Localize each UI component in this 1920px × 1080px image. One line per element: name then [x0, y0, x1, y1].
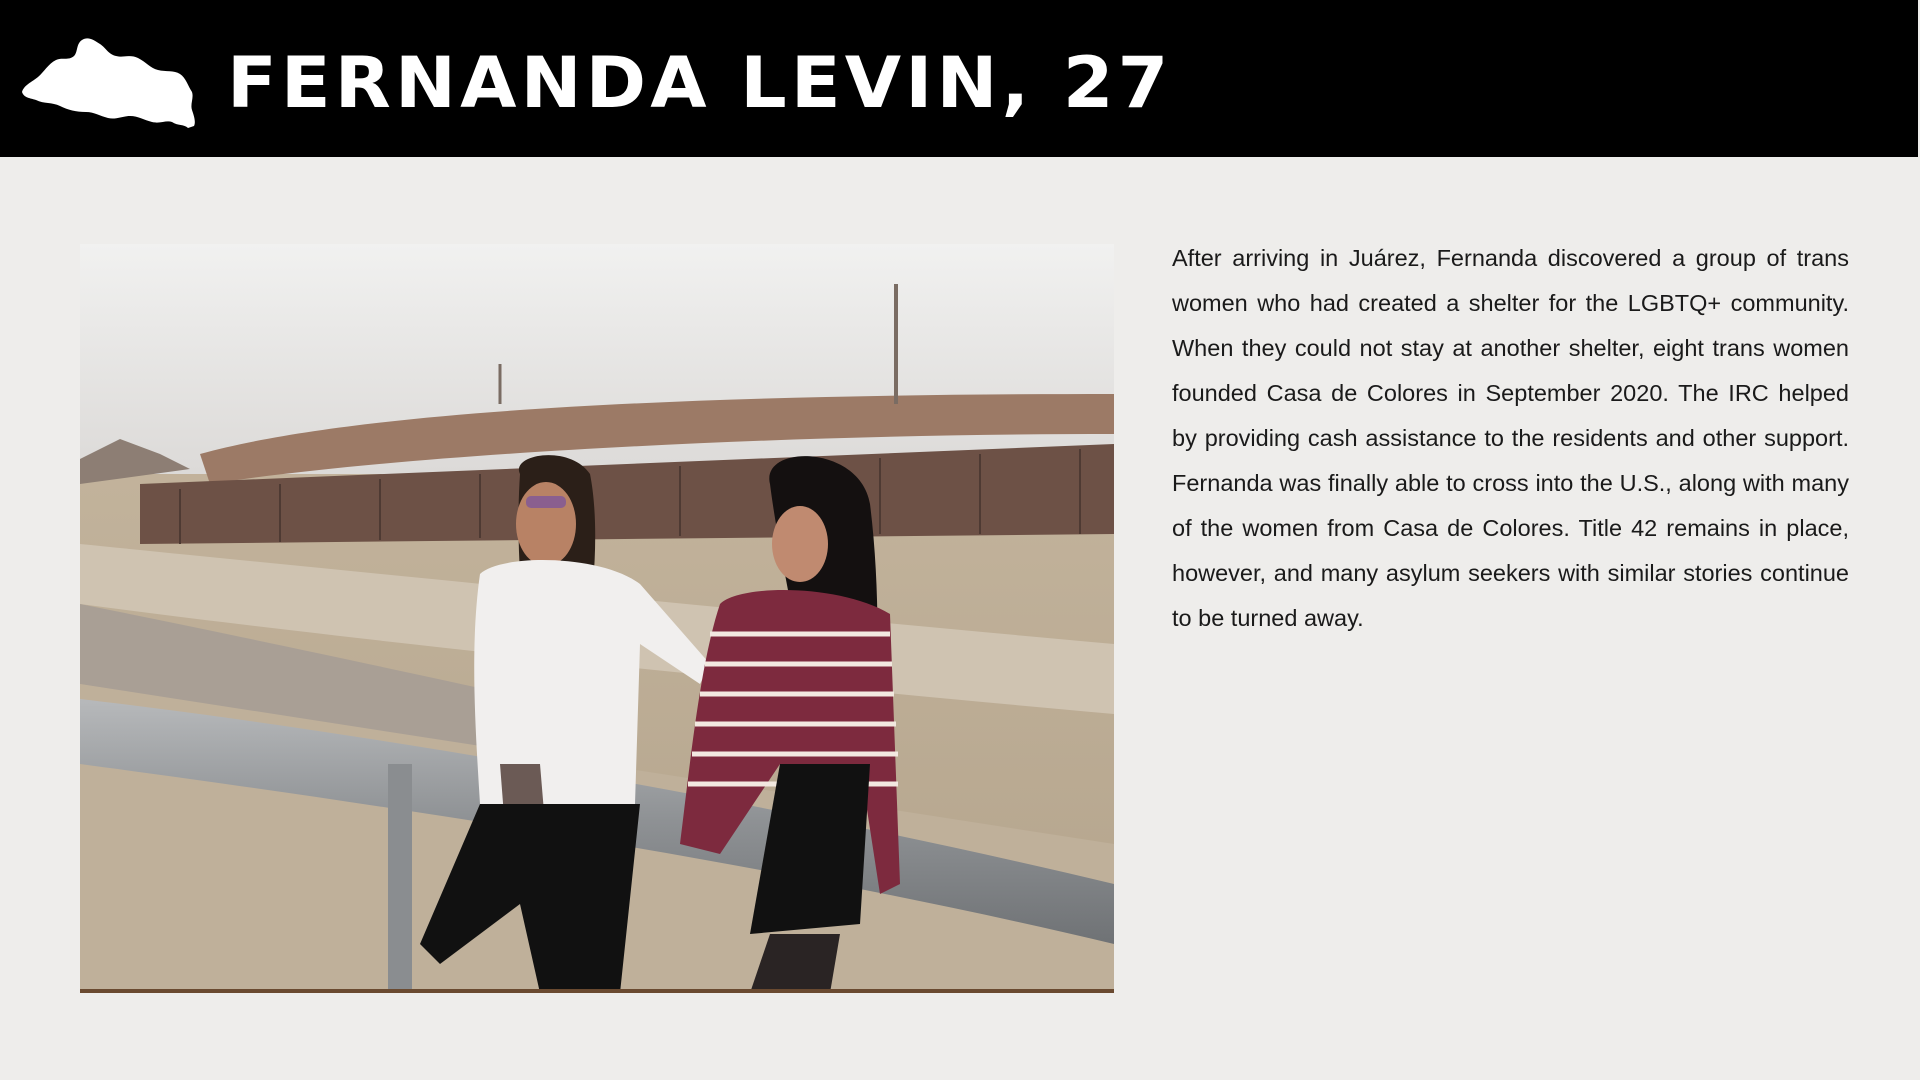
- el-salvador-map-icon: [22, 38, 195, 128]
- portrait-photo: [80, 244, 1114, 993]
- story-paragraph: After arriving in Juárez, Fernanda disco…: [1172, 245, 1849, 631]
- page-title: FERNANDA LEVIN, 27: [227, 42, 1173, 124]
- page-header: FERNANDA LEVIN, 27: [0, 0, 1918, 157]
